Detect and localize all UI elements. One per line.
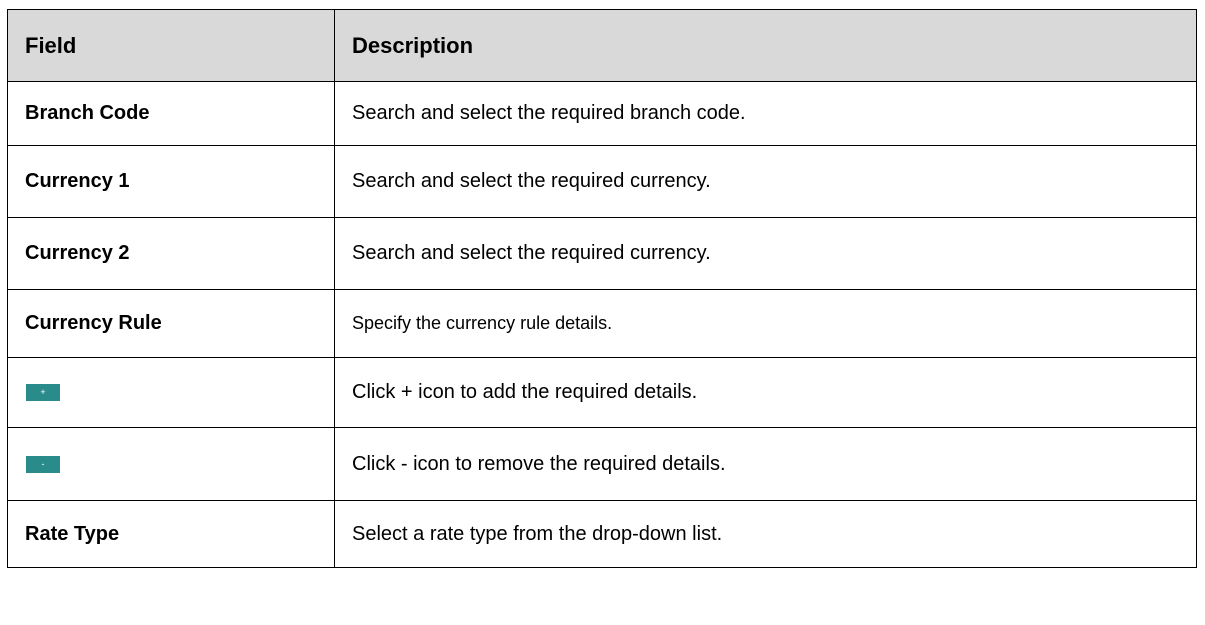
field-description: Search and select the required branch co… xyxy=(334,81,1197,146)
field-description: Click - icon to remove the required deta… xyxy=(334,427,1197,501)
field-description: Search and select the required currency. xyxy=(334,217,1197,290)
field-description: Search and select the required currency. xyxy=(334,145,1197,218)
table-header-row: Field Description xyxy=(7,9,1197,82)
table-row: - Click - icon to remove the required de… xyxy=(7,427,1197,501)
minus-icon: - xyxy=(26,455,60,473)
field-name: Currency Rule xyxy=(7,289,335,358)
field-name: Currency 1 xyxy=(7,145,335,218)
field-description-table: Field Description Branch Code Search and… xyxy=(7,9,1197,568)
field-icon-cell: + xyxy=(7,357,335,428)
table-row: Currency 2 Search and select the require… xyxy=(7,217,1197,290)
field-description: Specify the currency rule details. xyxy=(334,289,1197,358)
field-description: Click + icon to add the required details… xyxy=(334,357,1197,428)
field-name: Branch Code xyxy=(7,81,335,146)
field-icon-cell: - xyxy=(7,427,335,501)
field-description: Select a rate type from the drop-down li… xyxy=(334,500,1197,568)
table-row: + Click + icon to add the required detai… xyxy=(7,357,1197,428)
field-column-header: Field xyxy=(7,9,335,82)
field-name: Currency 2 xyxy=(7,217,335,290)
field-name: Rate Type xyxy=(7,500,335,568)
description-column-header: Description xyxy=(334,9,1197,82)
table-row: Currency 1 Search and select the require… xyxy=(7,145,1197,218)
table-row: Currency Rule Specify the currency rule … xyxy=(7,289,1197,358)
plus-icon: + xyxy=(26,384,60,402)
table-row: Rate Type Select a rate type from the dr… xyxy=(7,500,1197,568)
table-row: Branch Code Search and select the requir… xyxy=(7,81,1197,146)
